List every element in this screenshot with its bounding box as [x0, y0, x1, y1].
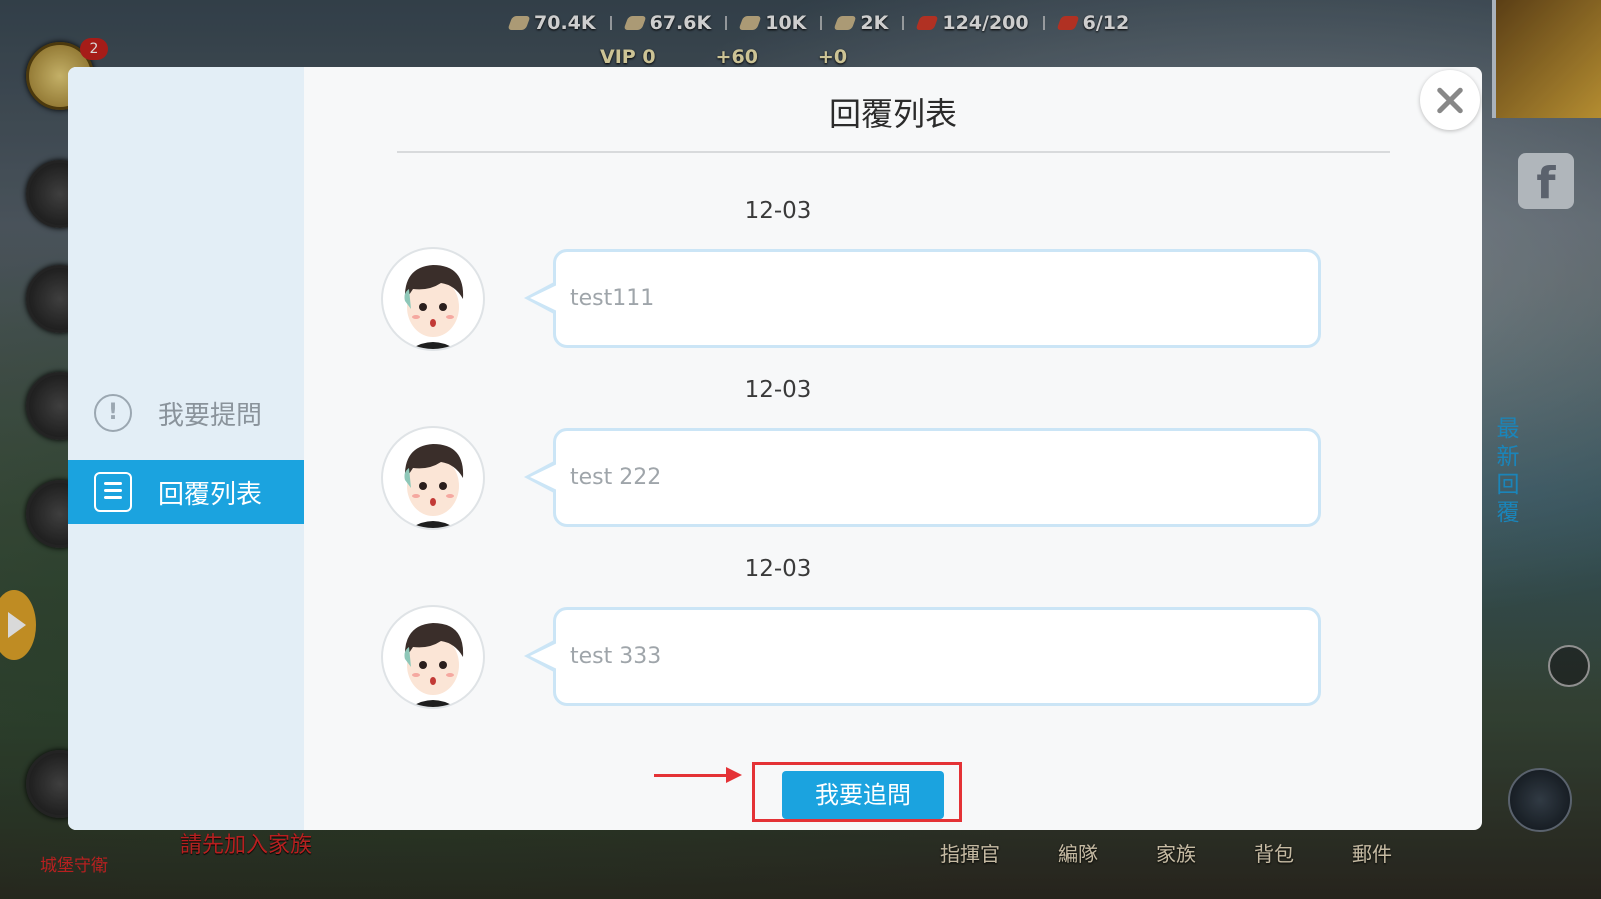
close-icon[interactable] [1420, 70, 1480, 130]
reply-bubble: test111 [524, 249, 1321, 348]
avatar [381, 247, 485, 351]
reply-date: 12-03 [744, 377, 812, 403]
avatar-icon [404, 265, 464, 349]
title-divider [397, 151, 1390, 153]
modal-title: 回覆列表 [828, 95, 957, 133]
pointer-arrow-icon [654, 767, 742, 783]
avatar [381, 426, 485, 530]
sidebar-item-label: 我要提問 [158, 400, 263, 431]
reply-text: test 222 [570, 465, 662, 490]
sidebar-item-reply-list[interactable]: 回覆列表 [68, 460, 304, 524]
reply-date: 12-03 [744, 556, 812, 582]
reply-date: 12-03 [744, 198, 812, 224]
exclamation-icon: ! [94, 394, 132, 432]
avatar [381, 605, 485, 709]
reply-text: test 333 [570, 644, 662, 669]
list-icon [94, 472, 132, 512]
modal-sidebar: ! 我要提問 回覆列表 [68, 67, 304, 830]
follow-up-button[interactable]: 我要追問 [782, 771, 944, 819]
avatar-icon [404, 623, 464, 707]
reply-text: test111 [570, 286, 655, 311]
reply-bubble: test 222 [524, 428, 1321, 527]
sidebar-item-label: 回覆列表 [158, 479, 263, 510]
sidebar-item-ask-question[interactable]: ! 我要提問 [68, 381, 304, 445]
reply-list-modal: ! 我要提問 回覆列表 回覆列表 12-03 test111 12-03 tes… [68, 67, 1482, 830]
avatar-icon [404, 444, 464, 528]
reply-bubble: test 333 [524, 607, 1321, 706]
